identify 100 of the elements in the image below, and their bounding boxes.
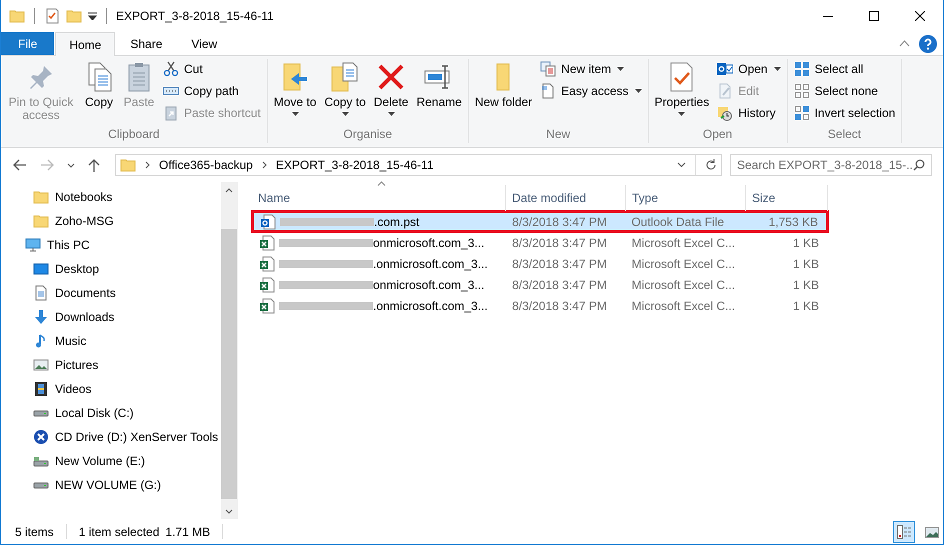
breadcrumb[interactable]: EXPORT_3-8-2018_15-46-11 (276, 158, 434, 172)
selection-info: 1 item selected (78, 524, 160, 538)
selection-size: 1.71 MB (165, 524, 210, 538)
folder-icon (120, 157, 136, 173)
refresh-icon[interactable] (705, 159, 717, 171)
ribbon-button[interactable]: New folder (472, 59, 536, 126)
file-row[interactable]: .onmicrosoft.com_3... 8/3/2018 3:47 PM Microsoft Excel C... 1 KB (252, 295, 828, 316)
caret-icon (774, 67, 781, 71)
nav-item[interactable]: Desktop (1, 257, 221, 281)
nav-item[interactable]: Videos (1, 377, 221, 401)
ribbon-button[interactable]: Open (714, 61, 784, 77)
ribbon-button[interactable]: Copy path (160, 83, 264, 99)
table-cell-text: 8/3/2018 3:47 PM (511, 278, 608, 292)
nav-item[interactable]: Pictures (1, 353, 221, 377)
ribbon-button[interactable]: Properties (652, 59, 712, 126)
file-name: onmicrosoft.com_3... (373, 236, 484, 250)
nav-item[interactable]: Local Disk (C:) (1, 401, 221, 425)
table-cell-text: 1,753 KB (768, 214, 819, 228)
file-row[interactable]: onmicrosoft.com_3... 8/3/2018 3:47 PM Microsoft Excel C... 1 KB (252, 274, 828, 295)
address-bar[interactable]: Office365-backup EXPORT_3-8-2018_15-46-11 (115, 154, 722, 176)
up-arrow-icon[interactable] (88, 158, 100, 172)
nav-item[interactable]: Notebooks (1, 185, 221, 209)
breadcrumb[interactable]: Office365-backup (159, 158, 253, 172)
table-cell-text: 8/3/2018 3:47 PM (511, 236, 608, 250)
back-arrow-icon[interactable] (13, 159, 27, 171)
monitor-icon (25, 237, 41, 253)
maximize-icon (869, 11, 879, 21)
caret-icon (678, 112, 686, 116)
grid-icon (794, 83, 810, 99)
ribbon-button[interactable]: Cut (160, 61, 264, 77)
view-button[interactable] (893, 520, 915, 542)
ribbon-button[interactable]: History (714, 105, 784, 121)
down-arrow-icon (33, 309, 49, 325)
ribbon-button[interactable]: Copy to (321, 59, 369, 126)
folder-icon (33, 189, 49, 205)
table-cell-text: Microsoft Excel C... (630, 298, 736, 312)
spreadsheet-file-icon (259, 298, 275, 314)
table-cell-text: 8/3/2018 3:47 PM (511, 214, 608, 228)
ribbon-button[interactable]: Delete (370, 59, 412, 126)
checkmark-page-icon[interactable] (44, 8, 60, 24)
shortcut-icon (163, 105, 179, 121)
recent-locations-icon[interactable] (67, 162, 75, 168)
ribbon-button[interactable]: New item (537, 61, 645, 77)
ribbon-button[interactable]: Copy (80, 59, 118, 126)
ribbon-button[interactable]: Move to (270, 59, 320, 126)
caret-icon (634, 89, 642, 93)
window-title: EXPORT_3-8-2018_15-46-11 (115, 9, 274, 23)
ribbon-button[interactable]: Rename (413, 59, 465, 126)
file-name: .com.pst (374, 214, 420, 228)
history-icon (717, 105, 734, 121)
group-label: Organise (342, 126, 394, 143)
nav-item[interactable]: CD Drive (D:) XenServer Tools (1, 425, 221, 449)
ribbon-tab[interactable]: Share (116, 32, 176, 55)
table-cell-text: 1 KB (792, 256, 820, 270)
spreadsheet-file-icon (259, 256, 275, 272)
spreadsheet-file-icon (259, 276, 275, 292)
file-row[interactable]: onmicrosoft.com_3... 8/3/2018 3:47 PM Microsoft Excel C... 1 KB (252, 232, 828, 253)
table-cell-text: Microsoft Excel C... (630, 278, 736, 292)
nav-item[interactable]: NEW VOLUME (G:) (1, 473, 221, 497)
nav-item[interactable]: Music (1, 329, 221, 353)
nav-item[interactable]: New Volume (E:) (1, 449, 221, 473)
nav-item[interactable]: This PC (1, 233, 221, 257)
file-name: .onmicrosoft.com_3... (373, 298, 488, 312)
help-icon[interactable] (919, 34, 937, 52)
chevron-icon (145, 161, 150, 169)
caret-icon (292, 112, 299, 116)
ribbon-tab[interactable]: Home (55, 32, 116, 56)
new-item-icon (540, 61, 556, 77)
group-label: Clipboard (107, 126, 161, 143)
caret-icon (342, 112, 349, 116)
ribbon-button[interactable]: Invert selection (790, 105, 898, 121)
customize-caret-icon[interactable] (88, 12, 97, 20)
spreadsheet-file-icon (259, 234, 275, 250)
search-field[interactable]: Search EXPORT_3-8-2018_15-... (730, 154, 932, 176)
outlook-icon (717, 61, 734, 77)
ribbon-button[interactable]: Select all (790, 61, 898, 77)
file-name: .onmicrosoft.com_3... (373, 256, 488, 270)
file-row[interactable]: .com.pst 8/3/2018 3:47 PM Outlook Data File 1,753 KB (252, 211, 828, 232)
file-row[interactable]: .onmicrosoft.com_3... 8/3/2018 3:47 PM Microsoft Excel C... 1 KB (252, 253, 828, 274)
ribbon-button[interactable]: Easy access (537, 83, 645, 99)
search-icon (913, 159, 925, 171)
close-icon (915, 11, 925, 21)
desktop-icon (33, 261, 49, 277)
collapse-ribbon-icon[interactable] (899, 40, 910, 47)
ribbon-tab[interactable]: View (177, 32, 232, 55)
nav-item[interactable]: Zoho-MSG (1, 209, 221, 233)
scrollbar[interactable] (221, 182, 237, 519)
dropdown-chevron-icon[interactable] (677, 162, 686, 168)
scroll-up-icon[interactable] (225, 188, 233, 193)
ribbon-button[interactable]: Select none (790, 83, 898, 99)
scroll-down-icon[interactable] (225, 509, 233, 514)
film-icon (33, 381, 49, 397)
group-label: Select (826, 126, 862, 143)
nav-item[interactable]: Downloads (1, 305, 221, 329)
file-menu-tab[interactable]: File (1, 32, 54, 55)
table-cell-text: 1 KB (792, 236, 820, 250)
outlook-file-icon (260, 214, 276, 230)
scrollbar-thumb[interactable] (221, 229, 237, 499)
nav-item[interactable]: Documents (1, 281, 221, 305)
drive-icon (33, 410, 49, 416)
